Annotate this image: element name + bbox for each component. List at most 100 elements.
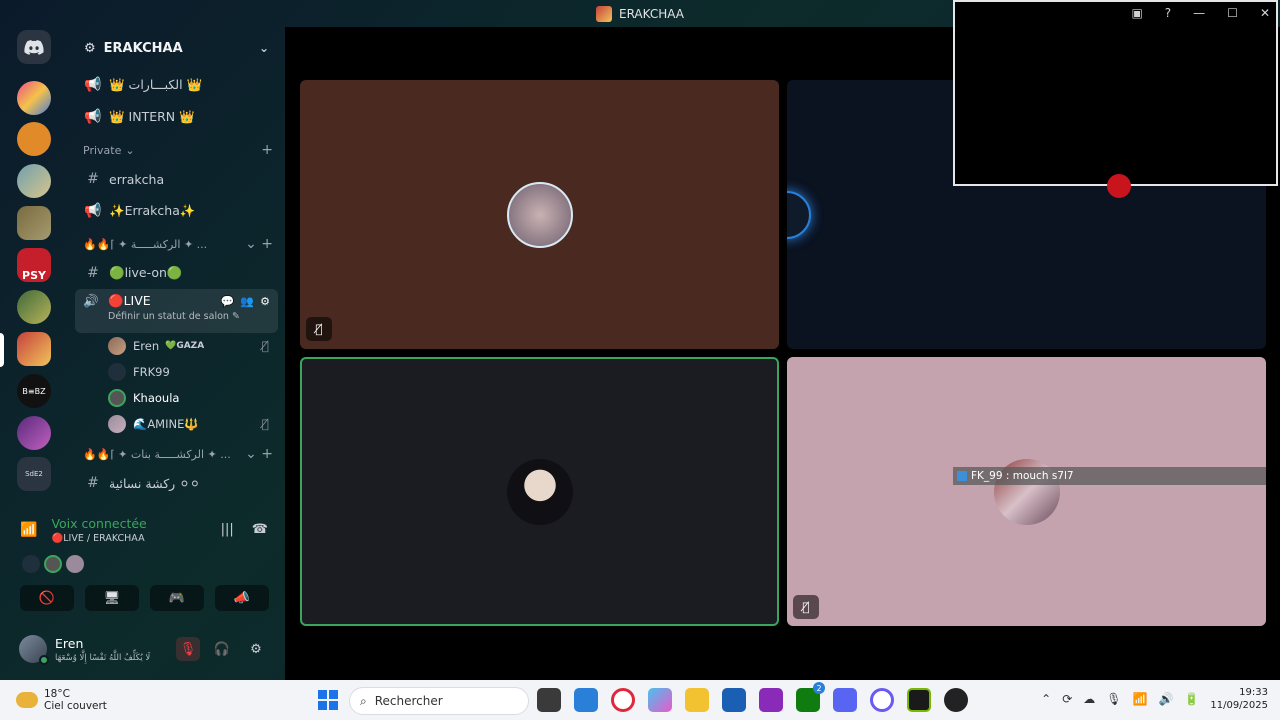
server-avatar[interactable]	[17, 416, 51, 450]
participant-tile[interactable]: 🎙̸	[787, 357, 1266, 626]
nvidia-icon[interactable]	[907, 688, 931, 712]
voice-status-subtitle[interactable]: 🔴LIVE / ERAKCHAA	[51, 533, 146, 544]
popout-window[interactable]: ▣ ? — ☐ ✕	[953, 0, 1278, 198]
soundboard-button[interactable]: 📣	[215, 585, 269, 611]
server-avatar[interactable]: B≡BZ	[17, 374, 51, 408]
channel-item[interactable]: # errakcha	[68, 163, 285, 195]
close-icon[interactable]: ✕	[1260, 6, 1270, 20]
voice-user[interactable]: Eren 💚GAZA 🎙̸	[68, 333, 285, 359]
channel-item[interactable]: # 🟢live-on🟢	[68, 257, 285, 289]
store-icon[interactable]	[722, 688, 746, 712]
online-status-icon	[39, 655, 49, 665]
file-explorer-icon[interactable]	[685, 688, 709, 712]
participant-tile[interactable]: 🎙̸	[300, 80, 779, 349]
weather-widget[interactable]: 18°C Ciel couvert	[16, 688, 107, 712]
windows-taskbar: 18°C Ciel couvert ⌕ Rechercher 2 ⌃ ⟳ ☁ 🎙…	[0, 680, 1280, 720]
avatar[interactable]	[19, 635, 49, 665]
avatar	[108, 337, 126, 355]
opera-gx-icon[interactable]	[870, 688, 894, 712]
voice-user[interactable]: Khaoula	[68, 385, 285, 411]
maximize-icon[interactable]: ☐	[1227, 6, 1238, 20]
screen-share-button[interactable]: 🖥	[85, 585, 139, 611]
gear-icon[interactable]: ⚙	[260, 295, 270, 308]
cloud-icon	[16, 692, 38, 708]
activities-button[interactable]: 🎮	[150, 585, 204, 611]
category-private[interactable]: Private ⌄ +	[68, 137, 285, 163]
avatar	[108, 363, 126, 381]
copilot-icon[interactable]	[648, 688, 672, 712]
app-icon[interactable]	[759, 688, 783, 712]
avatar[interactable]	[44, 555, 62, 573]
mute-mic-button[interactable]: 🎙	[176, 637, 200, 661]
server-boost-icon: ⚙	[84, 40, 96, 56]
chat-icon[interactable]: 💬	[221, 295, 235, 308]
channel-item[interactable]: # ركشة نسائية ⚪⚪	[68, 467, 285, 499]
taskbar-search[interactable]: ⌕ Rechercher	[349, 687, 529, 715]
add-channel-icon[interactable]: +	[261, 142, 273, 158]
volume-icon[interactable]: 🔊	[1158, 692, 1173, 706]
help-icon[interactable]: ?	[1165, 6, 1171, 20]
category-item[interactable]: 🔥🔥⌈ ✦ الركشـــــة بنات ✦ ... ⌄ +	[68, 441, 285, 467]
chevron-up-icon[interactable]: ⌃	[1041, 692, 1051, 706]
sync-icon[interactable]: ⟳	[1062, 692, 1072, 706]
microphone-icon[interactable]: 🎙	[1106, 692, 1121, 706]
speaker-icon: 🔊	[83, 293, 99, 308]
category-item[interactable]: 🔥🔥⌈ ✦ الركشـــــة ✦ ... ⌄ +	[68, 231, 285, 257]
server-icon	[595, 5, 612, 22]
discord-window: ERAKCHAA PSY B≡BZ SdE2 ⚙ ERAKCHAA ⌄ 📢 👑 …	[0, 0, 1280, 680]
clock[interactable]: 19:33 11/09/2025	[1210, 686, 1268, 712]
voice-user[interactable]: 🌊AMINE🔱 🎙̸	[68, 411, 285, 437]
xbox-icon[interactable]: 2	[796, 682, 825, 712]
server-avatar[interactable]	[17, 122, 51, 156]
wifi-icon[interactable]: 📶	[1133, 692, 1148, 706]
voice-channel-live[interactable]: 🔊 🔴LIVE 💬 👥 ⚙ Définir un statut de salon…	[75, 289, 278, 333]
photos-icon[interactable]	[574, 688, 598, 712]
overlay-message: FK_99 : mouch s7l7	[953, 467, 1266, 485]
record-indicator	[1107, 174, 1131, 198]
server-avatar[interactable]	[17, 290, 51, 324]
hash-icon: #	[87, 171, 99, 187]
voice-connection-panel: 📶 Voix connectée 🔴LIVE / ERAKCHAA ||| ☎ …	[10, 510, 278, 620]
battery-icon[interactable]: 🔋	[1184, 692, 1199, 706]
server-folder[interactable]: SdE2	[17, 457, 51, 491]
server-avatar[interactable]	[17, 164, 51, 198]
noise-suppression-icon[interactable]: |||	[221, 522, 234, 537]
participant-tile-speaking[interactable]	[300, 357, 779, 626]
pin-icon[interactable]: ▣	[1131, 6, 1142, 20]
disconnect-icon[interactable]: ☎	[252, 522, 268, 537]
channel-item[interactable]: 📢 👑 INTERN 👑	[68, 101, 285, 133]
user-settings-button[interactable]: ⚙	[244, 637, 268, 661]
add-channel-icon[interactable]: ⌄ +	[245, 446, 273, 462]
voice-user[interactable]: FRK99	[68, 359, 285, 385]
discord-icon[interactable]	[833, 688, 857, 712]
minimize-icon[interactable]: —	[1193, 6, 1205, 20]
task-view-icon[interactable]	[537, 688, 561, 712]
invite-icon[interactable]: 👥	[240, 295, 254, 308]
user-name: FRK99	[133, 365, 170, 379]
custom-status: لَا يُكَلِّفُ اللَّهُ نَفْسًا إِلَّا وُس…	[55, 652, 151, 663]
deafen-button[interactable]: 🎧	[210, 637, 234, 661]
voice-participants	[22, 555, 84, 573]
server-header[interactable]: ⚙ ERAKCHAA ⌄	[68, 27, 285, 69]
server-avatar[interactable]	[17, 206, 51, 240]
server-avatar[interactable]: PSY	[17, 248, 51, 282]
add-channel-icon[interactable]: ⌄ +	[245, 236, 273, 252]
channel-name: ركشة نسائية ⚪⚪	[109, 475, 201, 491]
signal-icon[interactable]: 📶	[20, 522, 37, 538]
discord-home-button[interactable]	[17, 30, 51, 64]
media-app-icon[interactable]	[944, 688, 968, 712]
avatar[interactable]	[66, 555, 84, 573]
channel-item[interactable]: 📢 👑 الكبـــارات 👑	[68, 69, 285, 101]
channel-status-hint[interactable]: Définir un statut de salon ✎	[108, 311, 270, 322]
voice-status-title: Voix connectée	[51, 516, 147, 531]
channel-item[interactable]: 📢 ✨Errakcha✨	[68, 195, 285, 227]
avatar[interactable]	[22, 555, 40, 573]
windows-start-icon[interactable]	[316, 688, 340, 712]
camera-off-button[interactable]: 🚫	[20, 585, 74, 611]
search-placeholder: Rechercher	[374, 694, 443, 708]
server-avatar-selected[interactable]	[17, 332, 51, 366]
cloud-icon[interactable]: ☁	[1083, 692, 1095, 706]
user-name: Eren	[55, 635, 84, 651]
server-avatar[interactable]	[17, 81, 51, 115]
opera-icon[interactable]	[611, 688, 635, 712]
